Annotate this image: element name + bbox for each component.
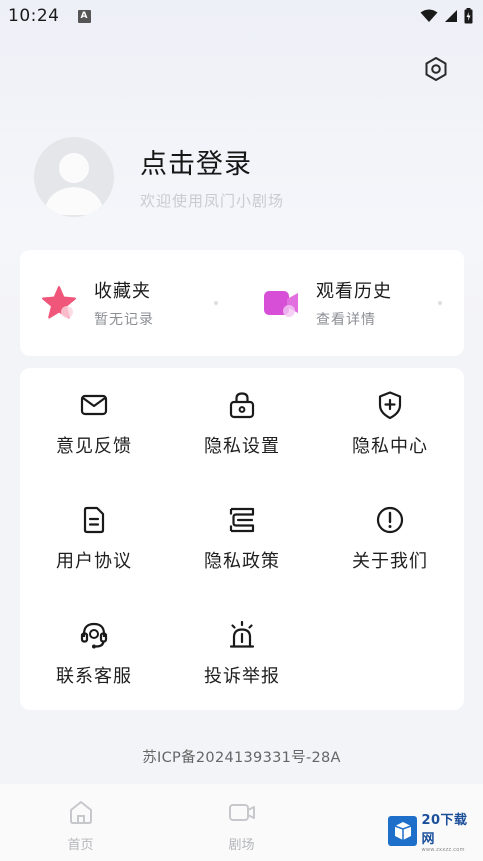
icp-license[interactable]: 苏ICP备2024139331号-28A <box>0 746 483 767</box>
nav-theater-label: 剧场 <box>228 838 255 853</box>
history-title: 观看历史 <box>316 281 392 302</box>
settings-icon <box>425 57 447 81</box>
about-us-item[interactable]: 关于我们 <box>316 483 464 583</box>
avatar[interactable] <box>34 137 114 217</box>
home-icon <box>69 801 92 824</box>
settings-button[interactable] <box>420 53 452 85</box>
feedback-item[interactable]: 意见反馈 <box>20 368 168 468</box>
privacy-settings-label: 隐私设置 <box>204 436 280 457</box>
status-time: 10:24 <box>8 6 60 26</box>
separator-dot <box>438 301 442 305</box>
contact-service-label: 联系客服 <box>56 666 132 687</box>
mail-icon <box>80 394 108 416</box>
status-bar: 10:24 A <box>0 0 483 32</box>
star-icon <box>42 286 76 319</box>
headset-icon <box>80 622 108 649</box>
document-icon <box>83 506 105 534</box>
lock-icon <box>229 392 255 419</box>
quick-access-card: 收藏夹 暂无记录 观看历史 查看详情 <box>20 250 464 356</box>
login-title[interactable]: 点击登录 <box>140 142 252 181</box>
privacy-policy-item[interactable]: 隐私政策 <box>168 483 316 583</box>
nav-home[interactable]: 首页 <box>0 784 161 861</box>
contact-service-item[interactable]: 联系客服 <box>20 598 168 698</box>
policy-icon <box>229 507 255 533</box>
wifi-icon <box>420 9 438 22</box>
privacy-center-label: 隐私中心 <box>352 436 428 457</box>
alarm-icon <box>229 620 255 648</box>
watermark-text: 20下载网 <box>421 813 468 847</box>
favorites-title: 收藏夹 <box>94 281 151 302</box>
about-us-label: 关于我们 <box>352 551 428 572</box>
privacy-policy-label: 隐私政策 <box>204 551 280 572</box>
privacy-center-item[interactable]: 隐私中心 <box>316 368 464 468</box>
user-agreement-label: 用户协议 <box>56 551 132 572</box>
info-icon <box>376 506 404 534</box>
video-icon <box>264 291 298 317</box>
theater-icon <box>228 804 255 821</box>
nav-home-label: 首页 <box>67 838 94 853</box>
notification-a-icon: A <box>77 9 91 23</box>
login-subtitle: 欢迎使用凤门小剧场 <box>140 192 285 210</box>
user-agreement-item[interactable]: 用户协议 <box>20 483 168 583</box>
favorites-item[interactable]: 收藏夹 暂无记录 <box>20 250 242 356</box>
history-item[interactable]: 观看历史 查看详情 <box>242 250 464 356</box>
favorites-subtitle: 暂无记录 <box>94 312 154 328</box>
watermark-logo-icon <box>388 816 418 846</box>
shield-plus-icon <box>378 391 402 420</box>
privacy-settings-item[interactable]: 隐私设置 <box>168 368 316 468</box>
watermark-url: www.zxxzz.com <box>421 847 465 853</box>
menu-grid-card: 意见反馈 隐私设置 隐私中心 用户协议 隐私政策 关于我们 联系客服 投诉举报 <box>20 368 464 710</box>
separator-dot <box>214 301 218 305</box>
report-item[interactable]: 投诉举报 <box>168 598 316 698</box>
report-label: 投诉举报 <box>204 666 280 687</box>
signal-icon <box>445 10 457 22</box>
site-watermark: 20下载网 www.zxxzz.com <box>388 813 480 853</box>
user-placeholder-icon <box>44 153 104 215</box>
battery-icon <box>464 8 473 24</box>
nav-theater[interactable]: 剧场 <box>161 784 322 861</box>
history-subtitle: 查看详情 <box>316 312 376 328</box>
feedback-label: 意见反馈 <box>56 436 132 457</box>
